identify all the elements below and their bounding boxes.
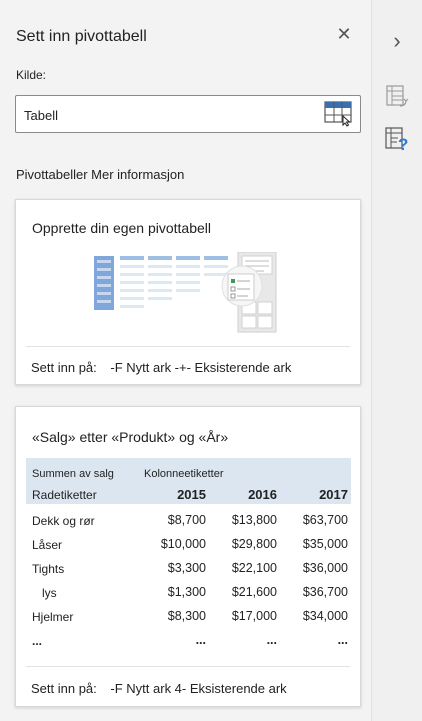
year-header: 2016: [248, 487, 277, 502]
year-header: 2015: [177, 487, 206, 502]
collapse-button[interactable]: ›: [384, 28, 410, 54]
select-range-button[interactable]: [324, 101, 354, 127]
header-row-label: Radetiketter: [32, 488, 97, 502]
insert-options[interactable]: -F Nytt ark 4- Eksisterende ark: [110, 681, 286, 696]
insert-location-row: Sett inn på: -F Nytt ark -+- Eksisterend…: [31, 360, 301, 375]
pivot-table-icon: [386, 85, 409, 107]
cell-value: $22,100: [231, 561, 277, 575]
cell-value: $10,000: [160, 537, 206, 551]
cell-value: $21,600: [231, 585, 277, 599]
suggestions-tab[interactable]: ?: [384, 126, 410, 154]
table-select-icon: [324, 101, 352, 127]
cell-value: $29,800: [231, 537, 277, 551]
header-sum-label: Summen av salg: [32, 468, 114, 480]
card-title: Opprette din egen pivottabell: [32, 220, 212, 236]
insert-options[interactable]: -F Nytt ark -+- Eksisterende ark: [110, 360, 291, 375]
table-row: Dekk og rør $8,700 $13,800 $63,700: [26, 508, 351, 532]
table-row: Hjelmer $8,300 $17,000 $34,000: [26, 604, 351, 628]
pivot-preview-table: Summen av salg Kolonneetiketter Radetike…: [26, 458, 351, 652]
cell-value: $1,300: [167, 585, 206, 599]
cell-value: $3,300: [167, 561, 206, 575]
insert-pivot-pane: Sett inn pivottabell ✕ Kilde: Tabell Piv…: [0, 0, 372, 721]
suggested-pivot-card[interactable]: «Salg» etter «Produkt» og «År» Summen av…: [15, 406, 361, 707]
insert-label: Sett inn på:: [31, 681, 97, 696]
row-label: Dekk og rør: [32, 514, 95, 528]
table-row: Tights $3,300 $22,100 $36,000: [26, 556, 351, 580]
close-button[interactable]: ✕: [334, 24, 354, 44]
create-own-pivot-card[interactable]: Opprette din egen pivottabell Sett inn p…: [15, 199, 361, 385]
svg-text:?: ?: [398, 135, 408, 152]
learn-more-link[interactable]: Pivottabeller Mer informasjon: [16, 167, 184, 182]
row-label: ...: [32, 634, 43, 648]
row-label: lys: [42, 586, 57, 600]
cell-value: $8,300: [167, 609, 206, 623]
card-title: «Salg» etter «Produkt» og «År»: [32, 429, 229, 445]
source-input[interactable]: Tabell: [15, 95, 361, 133]
year-header: 2017: [319, 487, 348, 502]
cell-value: $36,700: [302, 585, 348, 599]
source-label: Kilde:: [16, 68, 47, 82]
divider: [26, 666, 350, 667]
cell-value: $13,800: [231, 513, 277, 527]
row-label: Låser: [32, 538, 63, 552]
insert-label: Sett inn på:: [31, 360, 97, 375]
cell-value: ...: [195, 633, 206, 647]
table-row: ... ... ... ...: [26, 628, 351, 652]
cell-value: ...: [337, 633, 348, 647]
cell-value: $36,000: [302, 561, 348, 575]
cell-value: $35,000: [302, 537, 348, 551]
header-column-label: Kolonneetiketter: [144, 468, 224, 480]
cell-value: $63,700: [302, 513, 348, 527]
cell-value: $17,000: [231, 609, 277, 623]
table-header: Summen av salg Kolonneetiketter Radetike…: [26, 458, 351, 504]
source-value: Tabell: [24, 108, 58, 123]
cell-value: $8,700: [167, 513, 206, 527]
insert-location-row: Sett inn på: -F Nytt ark 4- Eksisterende…: [31, 681, 297, 696]
table-row: Låser $10,000 $29,800 $35,000: [26, 532, 351, 556]
side-rail: › ?: [372, 0, 422, 721]
chevron-right-icon: ›: [393, 28, 401, 53]
table-row: lys $1,300 $21,600 $36,700: [26, 580, 351, 604]
row-label: Hjelmer: [32, 610, 74, 624]
table-help-icon: ?: [385, 127, 408, 154]
cell-value: $34,000: [302, 609, 348, 623]
pane-title: Sett inn pivottabell: [16, 28, 147, 45]
pivot-illustration: [94, 251, 284, 334]
cell-value: ...: [266, 633, 277, 647]
close-icon: ✕: [336, 24, 352, 44]
row-label: Tights: [32, 562, 65, 576]
pivot-table-tab[interactable]: [384, 84, 410, 110]
divider: [26, 346, 350, 347]
